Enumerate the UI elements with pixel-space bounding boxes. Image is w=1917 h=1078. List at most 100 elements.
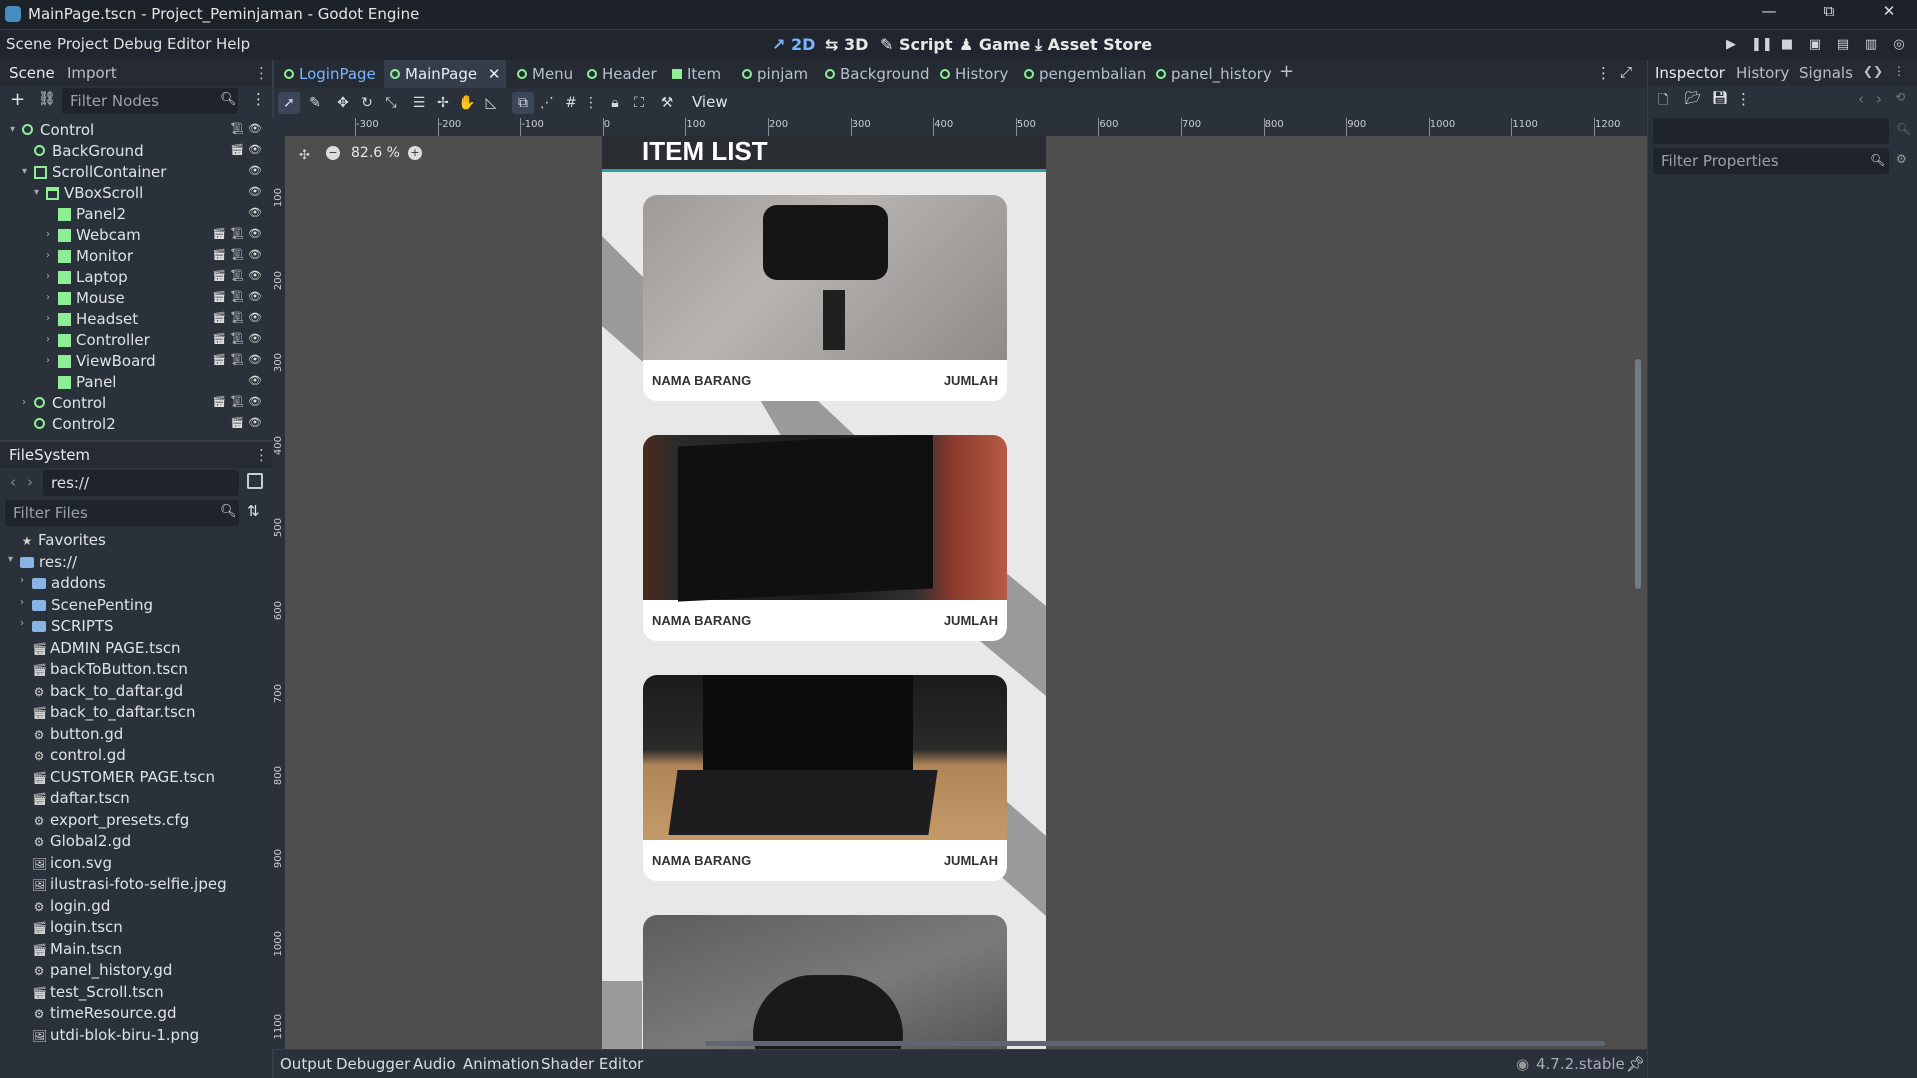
- tab-filesystem[interactable]: FileSystem: [9, 446, 90, 464]
- script-icon[interactable]: 📜︎: [230, 290, 244, 304]
- visibility-icon[interactable]: 👁︎: [248, 248, 262, 262]
- visibility-icon[interactable]: 👁︎: [248, 374, 262, 388]
- filter-properties-input[interactable]: Filter Properties: [1653, 148, 1889, 174]
- vertical-scrollbar[interactable]: [1635, 359, 1641, 589]
- grid-snap-icon[interactable]: ⋰: [536, 92, 558, 114]
- visibility-icon[interactable]: 👁︎: [248, 122, 262, 136]
- view-menu[interactable]: View: [692, 93, 728, 111]
- visibility-icon[interactable]: 👁︎: [248, 332, 262, 346]
- play-scene-icon[interactable]: ▤: [1835, 37, 1851, 53]
- scene-node-webcam[interactable]: › Webcam 🎬︎ 📜︎ 👁︎: [0, 225, 262, 246]
- next-history-icon[interactable]: ›: [1876, 90, 1882, 108]
- filter-files-input[interactable]: Filter Files: [5, 500, 239, 526]
- expand-arrow-icon[interactable]: ›: [20, 575, 24, 586]
- tab-import[interactable]: Import: [67, 64, 117, 82]
- scene-node-vboxscroll[interactable]: ▾ VBoxScroll 👁︎: [0, 183, 262, 204]
- tab-debugger[interactable]: Debugger: [336, 1055, 410, 1073]
- scene-tab-item[interactable]: Item: [672, 65, 721, 83]
- script-icon[interactable]: 📜︎: [230, 122, 244, 136]
- visibility-icon[interactable]: 👁︎: [248, 185, 262, 199]
- snap-options-icon[interactable]: ⋮: [580, 92, 602, 114]
- move-icon[interactable]: ✥: [332, 92, 354, 114]
- menu-project[interactable]: Project: [57, 35, 108, 53]
- distraction-free-icon[interactable]: ⤢: [1620, 63, 1632, 81]
- expand-arrow-icon[interactable]: ▾: [34, 187, 39, 198]
- expand-arrow-icon[interactable]: ›: [46, 250, 50, 261]
- workspace-3d[interactable]: ⇆ 3D: [825, 35, 868, 54]
- visibility-icon[interactable]: 👁︎: [248, 206, 262, 220]
- visibility-icon[interactable]: 👁︎: [248, 164, 262, 178]
- remote-debug-icon[interactable]: ▣: [1807, 37, 1823, 53]
- scene-options-icon[interactable]: ⋮: [251, 90, 266, 108]
- play-icon[interactable]: ▶: [1723, 37, 1739, 53]
- item-card[interactable]: [643, 915, 1007, 1049]
- expand-arrow-icon[interactable]: ›: [46, 313, 50, 324]
- scene-node-laptop[interactable]: › Laptop 🎬︎ 📜︎ 👁︎: [0, 267, 262, 288]
- close-window-button[interactable]: ✕: [1869, 2, 1909, 26]
- open-scene-icon[interactable]: 🎬︎: [212, 395, 226, 409]
- minimize-button[interactable]: —: [1749, 2, 1789, 26]
- expand-arrow-icon[interactable]: ▾: [22, 166, 27, 177]
- workspace-script[interactable]: ✎ Script: [880, 35, 952, 54]
- tab-output[interactable]: Output: [280, 1055, 332, 1073]
- tab-scene[interactable]: Scene: [9, 64, 55, 82]
- bone-icon[interactable]: ⚒: [656, 92, 678, 114]
- script-icon[interactable]: 📜︎: [230, 269, 244, 283]
- expand-arrow-icon[interactable]: ▾: [8, 554, 13, 565]
- workspace-game[interactable]: ♟ Game: [959, 35, 1030, 54]
- object-history-icon[interactable]: ⟲: [1895, 90, 1905, 104]
- expand-arrow-icon[interactable]: ›: [20, 597, 24, 608]
- item-card[interactable]: NAMA BARANG JUMLAH: [643, 675, 1007, 881]
- maximize-button[interactable]: ⧉: [1809, 2, 1849, 26]
- scene-tab-mainpage[interactable]: MainPage ✕: [384, 60, 507, 88]
- scene-node-mouse[interactable]: › Mouse 🎬︎ 📜︎ 👁︎: [0, 288, 262, 309]
- new-resource-icon[interactable]: 🗋: [1658, 91, 1668, 113]
- expand-arrow-icon[interactable]: ›: [46, 292, 50, 303]
- script-icon[interactable]: 📜︎: [230, 227, 244, 241]
- scene-tab-panel_history[interactable]: panel_history: [1156, 65, 1272, 83]
- zoom-in-icon[interactable]: +: [408, 146, 422, 160]
- expand-arrow-icon[interactable]: ›: [46, 355, 50, 366]
- item-card[interactable]: NAMA BARANG JUMLAH: [643, 435, 1007, 641]
- prev-history-icon[interactable]: ‹: [1858, 90, 1864, 108]
- link-icon[interactable]: ⛓: [38, 91, 56, 107]
- expand-arrow-icon[interactable]: ›: [20, 618, 24, 629]
- dock-menu-icon[interactable]: ⋮: [1893, 64, 1905, 78]
- select-mode-icon[interactable]: ➚: [278, 92, 300, 114]
- item-card[interactable]: NAMA BARANG JUMLAH: [643, 195, 1007, 401]
- list-select-icon[interactable]: ☰: [408, 92, 430, 114]
- scene-node-control[interactable]: › Control 🎬︎ 📜︎ 👁︎: [0, 393, 262, 414]
- dock-menu-icon[interactable]: ⋮: [254, 64, 269, 82]
- scene-tab-menu-icon[interactable]: ⋮: [1596, 64, 1611, 82]
- workspace-asset-store[interactable]: ⤓ Asset Store: [1035, 35, 1152, 55]
- open-scene-icon[interactable]: 🎬︎: [212, 311, 226, 325]
- menu-scene[interactable]: Scene: [6, 35, 52, 53]
- open-scene-icon[interactable]: 🎬︎: [230, 416, 244, 430]
- object-search-icon[interactable]: 🔍︎: [1896, 122, 1911, 136]
- scene-node-background[interactable]: BackGround 🎬︎ 👁︎: [0, 141, 262, 162]
- tab-shader-editor[interactable]: Shader Editor: [541, 1055, 643, 1073]
- menu-editor[interactable]: Editor: [167, 35, 211, 53]
- scene-node-control[interactable]: ▾ Control 📜︎ 👁︎: [0, 120, 262, 141]
- add-scene-tab-icon[interactable]: +: [1279, 61, 1294, 82]
- open-scene-icon[interactable]: 🎬︎: [212, 248, 226, 262]
- pivot-icon[interactable]: ✢: [432, 92, 454, 114]
- tab-inspector[interactable]: Inspector: [1655, 64, 1725, 82]
- scene-tab-header[interactable]: Header: [587, 65, 657, 83]
- scene-node-monitor[interactable]: › Monitor 🎬︎ 📜︎ 👁︎: [0, 246, 262, 267]
- lock-icon[interactable]: 🔒︎: [604, 92, 626, 114]
- scene-node-viewboard[interactable]: › ViewBoard 🎬︎ 📜︎ 👁︎: [0, 351, 262, 372]
- ruler-icon[interactable]: ◺: [480, 92, 502, 114]
- scene-tab-menu[interactable]: Menu: [517, 65, 573, 83]
- scene-tab-pengembalian[interactable]: pengembalian: [1024, 65, 1146, 83]
- scene-node-panel[interactable]: Panel 👁︎: [0, 372, 262, 393]
- scale-icon[interactable]: ⤡: [380, 92, 402, 114]
- save-resource-icon[interactable]: 💾︎: [1712, 91, 1729, 106]
- open-scene-icon[interactable]: 🎬︎: [212, 332, 226, 346]
- scene-node-scrollcontainer[interactable]: ▾ ScrollContainer 👁︎: [0, 162, 262, 183]
- dock-menu-icon[interactable]: ⋮: [254, 446, 269, 464]
- open-resource-icon[interactable]: 📂︎: [1685, 91, 1702, 106]
- zoom-level[interactable]: 82.6 %: [351, 145, 400, 161]
- open-scene-icon[interactable]: 🎬︎: [230, 143, 244, 157]
- scene-tab-loginpage[interactable]: LoginPage: [284, 65, 376, 83]
